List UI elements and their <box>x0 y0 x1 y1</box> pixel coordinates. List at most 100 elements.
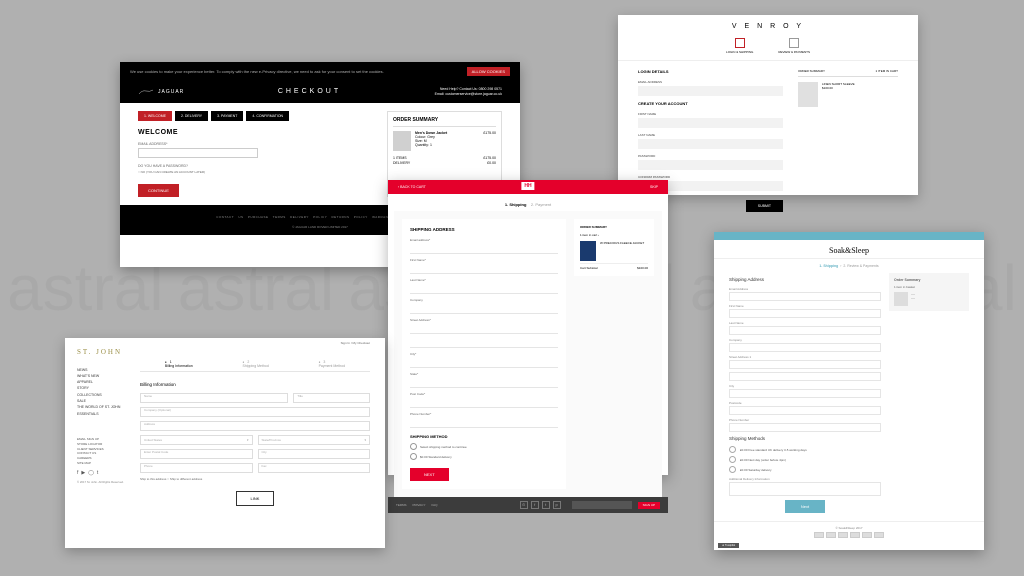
password-input[interactable] <box>638 160 783 170</box>
zip-input[interactable]: Enter Postal Code <box>140 449 253 459</box>
sign-in-link[interactable]: Sign In / My Checkout <box>341 341 370 345</box>
fax-input[interactable]: Fax <box>258 463 371 473</box>
youtube-icon[interactable]: ▶ <box>81 469 85 477</box>
subscribe-button[interactable]: SIGN UP <box>638 502 660 509</box>
instagram-icon[interactable]: ◯ <box>88 469 94 477</box>
shipping-method-3[interactable]: £0.00 Saturday delivery <box>729 466 881 473</box>
company-input[interactable] <box>729 343 881 352</box>
item-price: £175.00 <box>483 131 496 151</box>
lastname-input[interactable] <box>410 284 558 294</box>
help-contact: Need Help? Contact Us: 0800 298 0571 Ema… <box>435 87 502 97</box>
ship-to-radios[interactable]: Ship to this address ○ Ship to different… <box>140 477 370 481</box>
firstname-input[interactable] <box>729 309 881 318</box>
create-account-heading: CREATE YOUR ACCOUNT <box>638 101 783 106</box>
shipping-method-1[interactable]: £0.00 Free standard UK delivery 3-5 work… <box>729 446 881 453</box>
link-button[interactable]: LINK <box>236 491 275 506</box>
company-input[interactable]: Company (Optional) <box>140 407 370 417</box>
helly-hansen-checkout-screenshot: ‹ BACK TO CART HH SKIP 1. Shipping 2. Pa… <box>388 180 668 475</box>
twitter-icon[interactable]: t <box>542 501 550 509</box>
welcome-heading: WELCOME <box>138 129 377 136</box>
payment-cards-icons <box>724 532 974 538</box>
cart-icon <box>735 38 745 48</box>
lastname-input[interactable] <box>729 326 881 335</box>
next-button[interactable]: NEXT <box>410 468 449 481</box>
step-confirmation[interactable]: 4. CONFIRMATION <box>246 111 289 121</box>
shipping-method-2[interactable]: £0.00 Next day (order before 4pm) <box>729 456 881 463</box>
email-input[interactable] <box>138 148 258 158</box>
venroy-logo: V E N R O Y <box>618 23 918 30</box>
nav-item[interactable]: ESSENTIALS <box>77 411 135 417</box>
step-review[interactable]: 2. Review & Payments <box>843 264 878 268</box>
firstname-input[interactable] <box>638 118 783 128</box>
street2-input[interactable] <box>410 338 558 348</box>
lastname-input[interactable] <box>638 139 783 149</box>
facebook-icon[interactable]: f <box>531 501 539 509</box>
postcode-input[interactable] <box>410 398 558 408</box>
city-input[interactable]: City <box>258 449 371 459</box>
country-select[interactable]: United States <box>140 435 253 445</box>
next-button[interactable]: Next <box>785 500 825 513</box>
no-account-radio[interactable]: ○ NO (YOU CAN CREATE AN ACCOUNT LATER) <box>138 170 377 174</box>
street1-input[interactable] <box>729 360 881 369</box>
item-thumbnail <box>393 131 411 151</box>
state-select[interactable]: State/Province <box>258 435 371 445</box>
header: ‹ BACK TO CART HH SKIP <box>388 180 668 194</box>
street1-input[interactable] <box>410 324 558 334</box>
trustpilot-badge[interactable]: ★ Trustpilot <box>718 543 739 548</box>
twitter-icon[interactable]: t <box>97 469 98 477</box>
item-thumbnail <box>894 292 908 306</box>
name-input[interactable]: Name <box>140 393 288 403</box>
step-delivery[interactable]: 2. DELIVERY <box>175 111 208 121</box>
continue-button[interactable]: CONTINUE <box>138 184 179 197</box>
submit-button[interactable]: SUBMIT <box>746 200 783 212</box>
step-shipping[interactable]: 1. Shipping <box>819 264 838 268</box>
facebook-icon[interactable]: f <box>77 469 78 477</box>
email-label: EMAIL ADDRESS* <box>138 142 377 146</box>
instagram-icon[interactable]: ⊙ <box>520 501 528 509</box>
phone-input[interactable]: Phone <box>140 463 253 473</box>
address-input[interactable]: Address <box>140 421 370 431</box>
postcode-input[interactable] <box>729 406 881 415</box>
step-payment[interactable]: 2. Payment <box>531 202 551 207</box>
password-question: DO YOU HAVE A PASSWORD? <box>138 164 377 168</box>
newsletter-input[interactable] <box>572 501 632 509</box>
allow-cookies-button[interactable]: ALLOW COOKIES <box>467 67 510 76</box>
step-shipping[interactable]: 1. Shipping <box>505 202 527 207</box>
step-welcome[interactable]: 1. WELCOME <box>138 111 172 121</box>
stjohn-logo: ST. JOHN <box>77 346 135 359</box>
item-meta: Colour: Grey Size: M Quantity: 1 <box>415 135 447 147</box>
title-input[interactable]: Title <box>293 393 370 403</box>
pinterest-icon[interactable]: p <box>553 501 561 509</box>
email-input[interactable] <box>410 244 558 254</box>
city-input[interactable] <box>729 389 881 398</box>
tab-shipping-method[interactable]: 2 Shipping Method <box>243 360 269 368</box>
firstname-input[interactable] <box>410 264 558 274</box>
tab-login-shipping[interactable]: LOGIN & SHIPPING <box>726 38 753 54</box>
back-to-cart-link[interactable]: ‹ BACK TO CART <box>398 185 426 189</box>
step-payment[interactable]: 3. PAYMENT <box>211 111 243 121</box>
summary-heading: ORDER SUMMARY <box>798 69 825 73</box>
checkout-steps: 1. WELCOME 2. DELIVERY 3. PAYMENT 4. CON… <box>138 111 377 121</box>
soak-sleep-logo: Soak&Sleep <box>714 240 984 259</box>
brand-color-bar <box>714 232 984 240</box>
header: JAGUAR CHECKOUT Need Help? Contact Us: 0… <box>120 81 520 103</box>
street2-input[interactable] <box>729 372 881 381</box>
city-input[interactable] <box>410 358 558 368</box>
shipping-method-1[interactable]: Select shipping method to continue <box>410 443 558 450</box>
email-input[interactable] <box>729 292 881 301</box>
delivery-info-textarea[interactable] <box>729 482 881 496</box>
tab-billing[interactable]: 1 Billing Information <box>165 360 193 368</box>
checkout-steps: 1. Shipping 2. Payment <box>388 194 668 211</box>
state-input[interactable] <box>410 378 558 388</box>
cookie-bar: We use cookies to make your experience b… <box>120 62 520 81</box>
phone-input[interactable] <box>729 423 881 432</box>
company-input[interactable] <box>410 304 558 314</box>
shipping-method-2[interactable]: $0.00 Standard delivery <box>410 453 558 460</box>
footer: © Soak&Sleep 2017 <box>714 521 984 542</box>
skip-link[interactable]: SKIP <box>650 185 658 189</box>
email-input[interactable] <box>638 86 783 96</box>
tab-review-payments[interactable]: REVIEW & PAYMENTS <box>778 38 810 54</box>
tab-payment-method[interactable]: 3 Payment Method <box>319 360 345 368</box>
phone-input[interactable] <box>410 418 558 428</box>
summary-title: ORDER SUMMARY <box>393 117 496 127</box>
